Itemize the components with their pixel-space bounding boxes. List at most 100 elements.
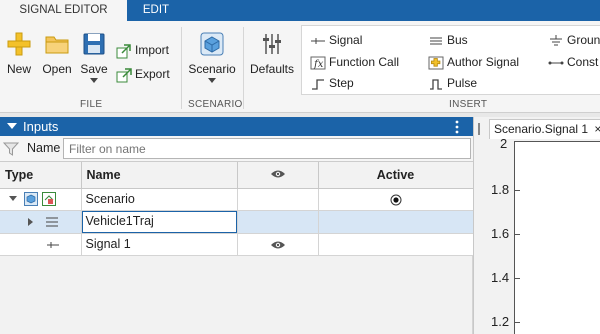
scenario-link-icon: [41, 192, 56, 207]
insert-function-call-label: Function Call: [329, 55, 400, 69]
defaults-label: Defaults: [249, 62, 295, 76]
insert-group-label: INSERT: [449, 99, 488, 110]
collapse-row-icon[interactable]: [9, 196, 17, 202]
chevron-down-icon: [208, 78, 216, 83]
export-label: Export: [135, 67, 170, 81]
name-cell-editing[interactable]: Vehicle1Traj: [81, 210, 238, 234]
column-header-visibility[interactable]: [237, 162, 319, 189]
insert-signal-label: Signal: [329, 33, 363, 47]
table-row[interactable]: Scenario: [0, 188, 474, 211]
open-label: Open: [42, 62, 72, 76]
insert-function-call-button[interactable]: fx Function Call: [310, 52, 399, 72]
function-icon: fx: [310, 56, 326, 70]
insert-step-button[interactable]: Step: [310, 73, 354, 93]
y-tick-label: 1.6: [491, 226, 510, 241]
y-tick-label: 1.2: [491, 314, 510, 329]
pulse-icon: [430, 79, 442, 90]
ribbon-divider: [181, 27, 182, 109]
insert-bus-label: Bus: [447, 33, 468, 47]
chevron-down-icon: [90, 78, 98, 83]
file-group-label: FILE: [80, 99, 103, 110]
y-tick-mark: [515, 190, 520, 191]
more-options-icon[interactable]: [455, 120, 459, 134]
insert-author-signal-button[interactable]: Author Signal: [428, 52, 519, 72]
scenario-group-label: SCENARIO: [188, 99, 243, 110]
import-button[interactable]: Import: [116, 40, 169, 60]
tab-signal-editor[interactable]: SIGNAL EDITOR: [0, 0, 127, 21]
y-tick-label: 2: [500, 136, 508, 151]
filter-label: Name: [27, 141, 61, 155]
step-icon: [312, 79, 324, 90]
column-header-type[interactable]: Type: [0, 162, 82, 189]
new-label: New: [6, 62, 31, 76]
ribbon-toolbar: New Open Save Import Export FILE Scenari…: [0, 21, 600, 113]
plot-tab-title: Scenario.Signal 1: [494, 122, 589, 136]
filter-input[interactable]: [63, 138, 471, 159]
y-tick-label: 1.8: [491, 182, 510, 197]
ground-icon: [550, 34, 562, 46]
active-radio-selected-icon[interactable]: [390, 194, 402, 206]
column-header-name[interactable]: Name: [81, 162, 238, 189]
name-edit-box[interactable]: Vehicle1Traj: [81, 210, 237, 233]
import-label: Import: [135, 43, 170, 57]
ribbon-divider: [243, 27, 244, 109]
plot-axes[interactable]: [514, 141, 600, 334]
insert-pulse-label: Pulse: [447, 76, 478, 90]
scenario-button[interactable]: Scenario: [186, 31, 238, 84]
eye-icon: [270, 170, 285, 178]
type-cell: [0, 233, 82, 256]
active-cell[interactable]: [318, 233, 474, 256]
save-button[interactable]: Save: [78, 31, 110, 84]
insert-ground-label: Groun: [567, 33, 600, 47]
panel-edge-handle[interactable]: [478, 123, 484, 135]
save-label: Save: [80, 62, 108, 76]
sliders-icon: [263, 34, 281, 54]
close-icon[interactable]: ×: [594, 122, 600, 136]
folder-icon: [45, 36, 69, 54]
export-icon: [116, 68, 132, 83]
table-empty-area: [0, 256, 473, 334]
insert-pulse-button[interactable]: Pulse: [428, 73, 477, 93]
collapse-arrow-icon[interactable]: [7, 123, 17, 131]
new-button[interactable]: New: [4, 31, 34, 76]
inputs-panel-title: Inputs: [23, 119, 59, 134]
y-tick-mark: [515, 278, 520, 279]
visibility-cell[interactable]: [237, 210, 319, 234]
scenario-label: Scenario: [188, 62, 236, 76]
constant-icon: [548, 61, 564, 65]
y-tick-label: 1.4: [491, 270, 510, 285]
filter-funnel-icon: [3, 142, 19, 156]
tab-edit[interactable]: EDIT: [127, 0, 185, 21]
insert-constant-button[interactable]: Const: [548, 52, 598, 72]
floppy-disk-icon: [83, 33, 105, 55]
table-row[interactable]: Signal 1: [0, 233, 474, 256]
visibility-cell[interactable]: [237, 188, 319, 211]
insert-ground-button[interactable]: Groun: [548, 30, 600, 50]
insert-step-label: Step: [329, 76, 354, 90]
filter-row: Name: [0, 136, 473, 162]
scenario-cube-icon: [200, 32, 224, 56]
active-cell[interactable]: [318, 188, 474, 211]
y-tick-mark: [515, 322, 520, 323]
inputs-table: Type Name Active Scenario Vehicle1Traj S…: [0, 162, 474, 256]
table-header-row: Type Name Active: [0, 162, 474, 189]
signal-icon: [311, 37, 325, 44]
eye-icon[interactable]: [270, 240, 286, 250]
name-cell[interactable]: Signal 1: [81, 233, 238, 256]
expand-row-icon[interactable]: [28, 218, 34, 227]
active-cell[interactable]: [318, 210, 474, 234]
inputs-panel-header: Inputs: [0, 117, 473, 136]
column-header-active[interactable]: Active: [318, 162, 474, 189]
visibility-cell[interactable]: [237, 233, 319, 256]
insert-signal-button[interactable]: Signal: [310, 30, 362, 50]
signal-icon: [47, 241, 59, 248]
insert-bus-button[interactable]: Bus: [428, 30, 468, 50]
export-button[interactable]: Export: [116, 64, 170, 84]
y-tick-mark: [515, 234, 520, 235]
type-cell: [0, 210, 82, 234]
name-cell[interactable]: Scenario: [81, 188, 238, 211]
open-button[interactable]: Open: [40, 31, 74, 76]
table-row[interactable]: Vehicle1Traj: [0, 210, 474, 234]
new-icon: [7, 32, 31, 56]
defaults-button[interactable]: Defaults: [249, 31, 295, 76]
